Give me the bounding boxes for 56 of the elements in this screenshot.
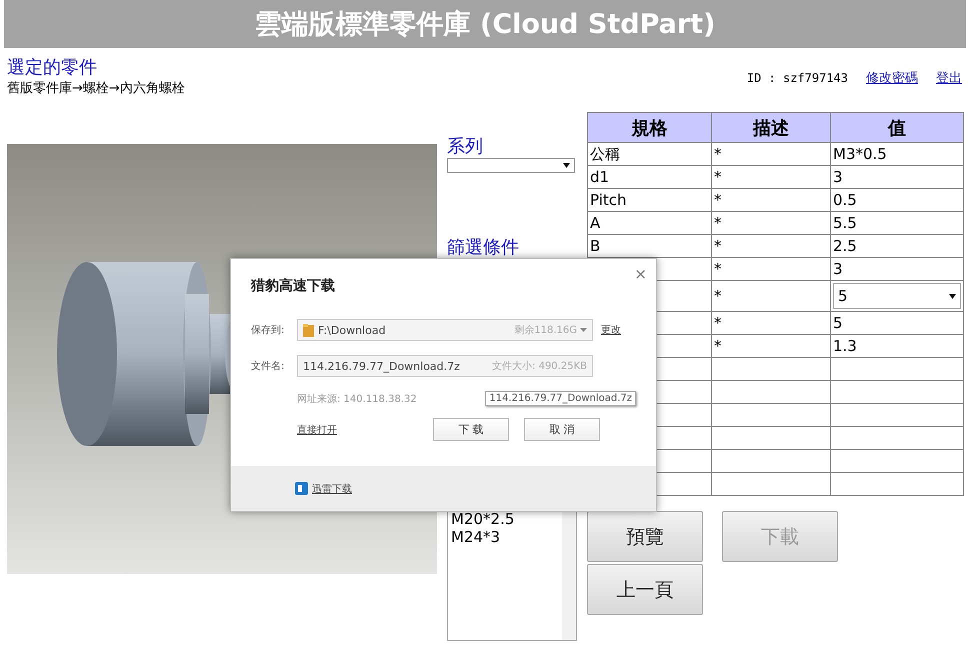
table-cell: 2.5 xyxy=(830,234,964,258)
source-url: 网址来源: 140.118.38.32 xyxy=(297,392,417,406)
table-cell: * xyxy=(712,166,830,188)
footer-link[interactable]: 迅雷下载 xyxy=(312,482,352,496)
change-link[interactable]: 更改 xyxy=(601,323,621,337)
table-cell: * xyxy=(712,234,830,258)
page-title: 雲端版標準零件庫 (Cloud StdPart) xyxy=(4,0,966,48)
action-button[interactable]: 上一頁 xyxy=(587,564,703,615)
user-id: ID : szf797143 xyxy=(746,71,848,85)
table-cell: 公稱 xyxy=(588,142,712,166)
save-path-field[interactable]: F:\Download 剩余118.16G xyxy=(297,319,593,341)
file-name-field[interactable]: 114.216.79.77_Download.7z 文件大小: 490.25KB xyxy=(297,355,593,377)
filter-label: 篩選條件 xyxy=(447,237,520,259)
value-select[interactable]: 5 xyxy=(833,283,961,309)
download-button[interactable]: 下 载 xyxy=(433,418,509,441)
list-item[interactable]: M24*3 xyxy=(451,528,500,546)
table-cell: d1 xyxy=(588,166,712,188)
tooltip: 114.216.79.77_Download.7z xyxy=(485,391,636,406)
table-cell: 3 xyxy=(830,166,964,188)
app-icon xyxy=(295,482,308,495)
table-cell: 5 xyxy=(830,312,964,334)
folder-icon xyxy=(303,324,314,336)
account-link[interactable]: 修改密碼 xyxy=(866,69,918,87)
list-item[interactable]: M20*2.5 xyxy=(451,510,514,528)
table-cell: 1.3 xyxy=(830,334,964,358)
column-header: 值 xyxy=(830,112,964,142)
column-header: 描述 xyxy=(712,112,830,142)
table-cell: * xyxy=(712,312,830,334)
account-link[interactable]: 登出 xyxy=(936,69,962,87)
table-cell: * xyxy=(712,258,830,280)
column-header: 規格 xyxy=(588,112,712,142)
table-cell: 3 xyxy=(830,258,964,280)
table-cell: * xyxy=(712,188,830,212)
field-label: 文件名: xyxy=(251,360,286,373)
table-cell: 0.5 xyxy=(830,188,964,212)
caret-icon xyxy=(563,163,570,168)
table-cell: * xyxy=(712,212,830,234)
breadcrumb: 舊版零件庫→螺栓→內六角螺栓 xyxy=(7,80,186,97)
table-cell: * xyxy=(712,142,830,166)
table-cell: * xyxy=(712,334,830,358)
series-label: 系列 xyxy=(447,136,484,158)
open-link[interactable]: 直接打开 xyxy=(297,422,337,436)
table-cell: Pitch xyxy=(588,188,712,212)
dialog-title: 猎豹高速下载 xyxy=(251,277,336,295)
caret-icon xyxy=(580,328,587,332)
table-cell: M3*0.5 xyxy=(830,142,964,166)
action-button[interactable]: 預覽 xyxy=(587,511,703,562)
close-button[interactable]: × xyxy=(634,265,647,283)
table-cell: 5.5 xyxy=(830,212,964,234)
caret-icon xyxy=(949,294,956,298)
section-title: 選定的零件 xyxy=(7,57,98,79)
cancel-button[interactable]: 取 消 xyxy=(524,418,600,441)
table-cell: A xyxy=(588,212,712,234)
series-select[interactable] xyxy=(447,158,575,173)
table-cell: * xyxy=(712,280,830,312)
field-label: 保存到: xyxy=(251,324,286,337)
